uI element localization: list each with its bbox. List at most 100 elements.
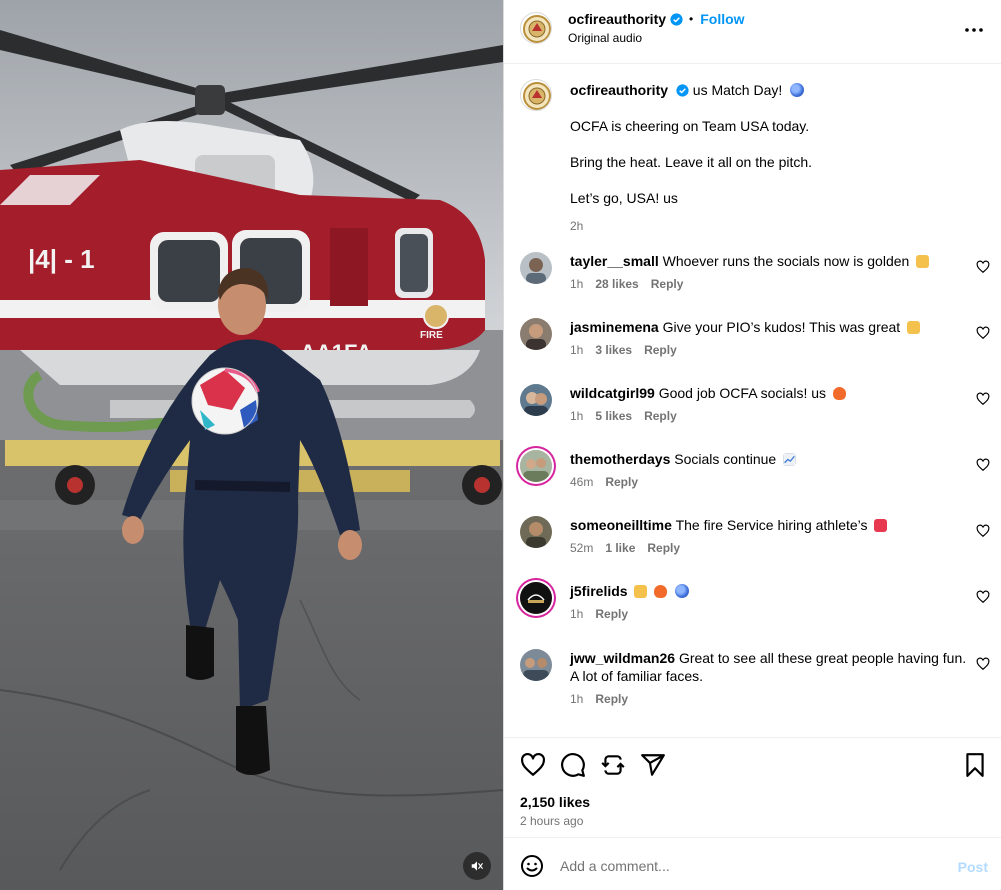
- reply-button[interactable]: Reply: [644, 409, 677, 423]
- comment-text-row: jasminemena Give your PIO’s kudos! This …: [570, 318, 968, 336]
- comment-item: wildcatgirl99 Good job OCFA socials! us …: [504, 383, 1001, 449]
- bookmark-icon[interactable]: [962, 752, 988, 778]
- comment-username[interactable]: jww_wildman26: [570, 650, 675, 666]
- verified-badge-icon: [676, 84, 689, 97]
- comment-text: Good job OCFA socials! us: [658, 385, 827, 401]
- post-author-username[interactable]: ocfireauthority: [568, 11, 666, 27]
- reply-button[interactable]: Reply: [595, 607, 628, 621]
- comment-meta: 1h Reply: [570, 607, 628, 621]
- muted-speaker-icon: [471, 861, 483, 871]
- comment-text-row: someoneilltime The fire Service hiring a…: [570, 516, 968, 534]
- comment-likes[interactable]: 3 likes: [595, 343, 632, 357]
- comment-text: Give your PIO’s kudos! This was great: [662, 319, 901, 335]
- avatar[interactable]: [520, 516, 552, 548]
- post-comment-button[interactable]: Post: [958, 859, 988, 875]
- avatar[interactable]: [520, 79, 552, 111]
- chart-increasing-icon: [783, 453, 797, 466]
- avatar[interactable]: [520, 649, 552, 681]
- heart-icon[interactable]: [976, 260, 990, 274]
- audio-label[interactable]: Original audio: [568, 31, 642, 45]
- comment-icon[interactable]: [560, 752, 586, 778]
- comment-item: tayler__small Whoever runs the socials n…: [504, 251, 1001, 317]
- user-photo-icon: [520, 384, 552, 416]
- comment-meta: 1h 5 likes Reply: [570, 409, 677, 423]
- comment-time[interactable]: 1h: [570, 277, 583, 291]
- avatar[interactable]: [520, 384, 552, 416]
- verified-badge-icon: [670, 12, 683, 26]
- comment-username[interactable]: tayler__small: [570, 253, 659, 269]
- comment-username[interactable]: wildcatgirl99: [570, 385, 655, 401]
- comment-item: themotherdays Socials continue 46m Reply: [504, 449, 1001, 515]
- repost-icon[interactable]: [600, 752, 626, 778]
- svg-text:|4| - 1: |4| - 1: [28, 244, 95, 274]
- mute-toggle-button[interactable]: [463, 852, 491, 880]
- comment-item: j5firelids 1h Reply: [504, 581, 1001, 647]
- comment-likes[interactable]: 5 likes: [595, 409, 632, 423]
- avatar[interactable]: [520, 12, 552, 44]
- comments-list[interactable]: ocfireauthority us Match Day! OCFA is ch…: [504, 65, 1001, 736]
- comment-text-row: j5firelids: [570, 582, 968, 600]
- comment-text: Great to see all these great people havi…: [678, 650, 967, 666]
- avatar[interactable]: [520, 582, 552, 614]
- separator-dot: •: [689, 12, 694, 26]
- caption-line: Bring the heat. Leave it all on the pitc…: [570, 154, 813, 170]
- comment-text: A lot of familiar faces.: [570, 668, 704, 684]
- reply-button[interactable]: Reply: [647, 541, 680, 555]
- video-frame: |4| - 1 AA1FA FIRE: [0, 0, 503, 890]
- follow-button[interactable]: Follow: [700, 11, 744, 27]
- comment-time[interactable]: 1h: [570, 343, 583, 357]
- comment-text-row: jww_wildman26 Great to see all these gre…: [570, 649, 968, 685]
- more-options-button[interactable]: [962, 18, 986, 42]
- caption-line: Let’s go, USA! us: [570, 190, 678, 206]
- svg-text:FIRE: FIRE: [420, 330, 443, 341]
- likes-count[interactable]: 2,150 likes: [520, 794, 590, 810]
- heart-icon[interactable]: [976, 657, 990, 671]
- comment-time[interactable]: 1h: [570, 409, 583, 423]
- heart-icon[interactable]: [520, 752, 546, 778]
- smiley-icon[interactable]: [520, 854, 544, 878]
- heart-icon[interactable]: [976, 326, 990, 340]
- comment-username[interactable]: j5firelids: [570, 583, 628, 599]
- user-photo-icon: [520, 516, 552, 548]
- heart-icon[interactable]: [976, 392, 990, 406]
- avatar[interactable]: [520, 450, 552, 482]
- comment-username[interactable]: themotherdays: [570, 451, 670, 467]
- reply-button[interactable]: Reply: [605, 475, 638, 489]
- comment-input[interactable]: [560, 852, 940, 880]
- heart-icon[interactable]: [976, 458, 990, 472]
- caption-title: us Match Day!: [692, 82, 783, 98]
- post-header: ocfireauthority • Follow Original audio: [504, 0, 1001, 64]
- comment-meta: 52m 1 like Reply: [570, 541, 680, 555]
- user-photo-icon: [520, 252, 552, 284]
- post-media[interactable]: |4| - 1 AA1FA FIRE: [0, 0, 503, 890]
- fire-icon: [654, 585, 668, 598]
- globe-icon: [675, 584, 690, 598]
- comment-likes[interactable]: 28 likes: [595, 277, 638, 291]
- comment-text: The fire Service hiring athlete’s: [675, 517, 868, 533]
- comment-username[interactable]: jasminemena: [570, 319, 659, 335]
- comment-item: jww_wildman26 Great to see all these gre…: [504, 648, 1001, 732]
- reply-button[interactable]: Reply: [595, 692, 628, 706]
- share-icon[interactable]: [640, 752, 666, 778]
- avatar[interactable]: [520, 318, 552, 350]
- comment-username[interactable]: someoneilltime: [570, 517, 672, 533]
- clapping-hands-icon: [916, 255, 930, 268]
- avatar[interactable]: [520, 252, 552, 284]
- comment-time[interactable]: 46m: [570, 475, 593, 489]
- comment-time[interactable]: 1h: [570, 607, 583, 621]
- comment-time[interactable]: 52m: [570, 541, 593, 555]
- reply-button[interactable]: Reply: [651, 277, 684, 291]
- comment-text: Socials continue: [674, 451, 777, 467]
- comment-text-row: wildcatgirl99 Good job OCFA socials! us: [570, 384, 968, 402]
- caption-timestamp[interactable]: 2h: [570, 217, 970, 235]
- reply-button[interactable]: Reply: [644, 343, 677, 357]
- raising-hands-icon: [634, 585, 648, 598]
- heart-icon[interactable]: [976, 590, 990, 604]
- ocfa-seal-icon: [523, 15, 551, 43]
- ocfa-seal-icon: [523, 82, 551, 110]
- caption-username[interactable]: ocfireauthority: [570, 82, 668, 98]
- heart-icon[interactable]: [976, 524, 990, 538]
- post-timestamp[interactable]: 2 hours ago: [520, 814, 583, 828]
- comment-likes[interactable]: 1 like: [605, 541, 635, 555]
- comment-time[interactable]: 1h: [570, 692, 583, 706]
